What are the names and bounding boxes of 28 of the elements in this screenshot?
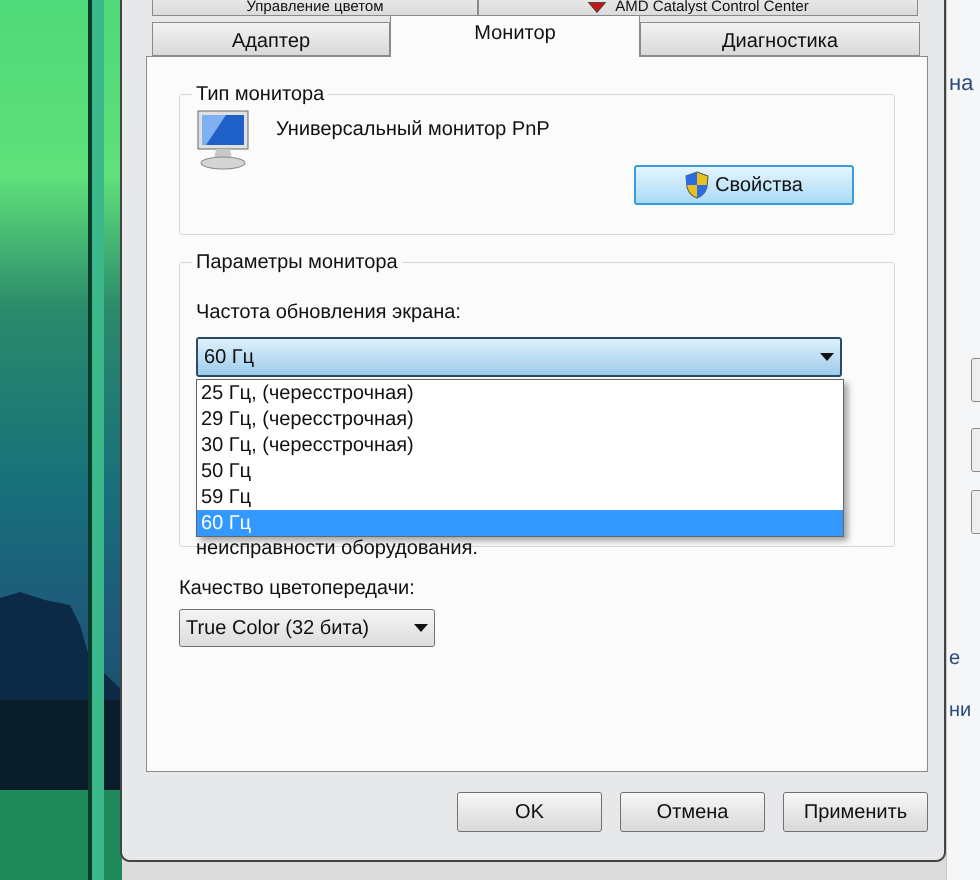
refresh-rate-dropdown[interactable]: 60 Гц	[196, 337, 842, 377]
tab[interactable]: Монитор	[390, 15, 640, 57]
tab[interactable]: AMD Catalyst Control Center	[478, 0, 918, 16]
caret-icon	[414, 624, 428, 632]
field-label: Частота обновления экрана:	[196, 300, 462, 325]
text-fragment: е	[949, 648, 960, 668]
dialog-button[interactable]: Применить	[783, 792, 928, 832]
tab[interactable]: Адаптер	[152, 22, 390, 56]
color-quality-dropdown[interactable]: True Color (32 бита)	[179, 609, 435, 647]
field-label: Качество цветопередачи:	[179, 576, 416, 601]
dropdown-option[interactable]: 50 Гц	[197, 458, 843, 484]
group-title: Параметры монитора	[195, 251, 399, 273]
dropdown-option[interactable]: 30 Гц, (чересстрочная)	[197, 432, 843, 458]
dropdown-option[interactable]: 29 Гц, (чересстрочная)	[197, 406, 843, 432]
dialog-button[interactable]: OK	[457, 792, 602, 832]
group-title: Тип монитора	[195, 83, 326, 105]
dropdown-option[interactable]: 59 Гц	[197, 484, 843, 510]
dropdown-option[interactable]: 25 Гц, (чересстрочная)	[197, 380, 843, 406]
dialog-button[interactable]: Отмена	[620, 792, 765, 832]
shield-icon	[685, 171, 710, 199]
caret-icon	[820, 353, 834, 361]
properties-button[interactable]: Свойства	[634, 165, 854, 205]
note-text: неисправности оборудования.	[196, 537, 479, 559]
monitor-name: Универсальный монитор PnP	[276, 117, 550, 142]
tab[interactable]: Диагностика	[640, 22, 920, 56]
text-fragment: ни	[949, 700, 972, 720]
text-fragment: на	[949, 72, 974, 94]
tab[interactable]: Управление цветом	[152, 0, 478, 16]
